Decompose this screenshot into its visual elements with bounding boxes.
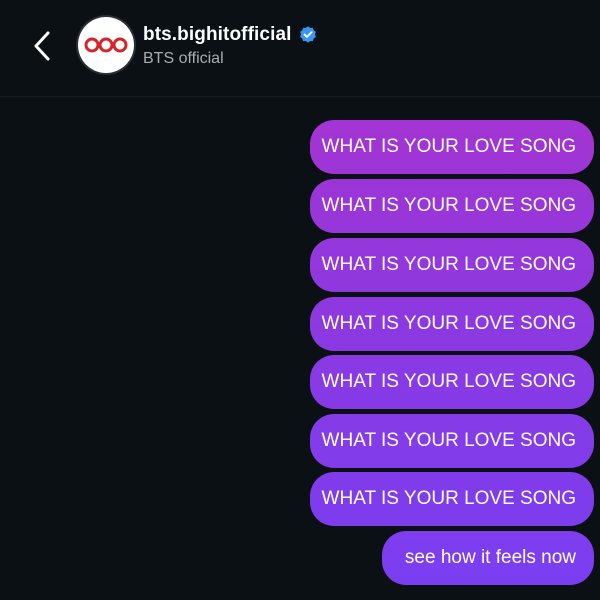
message-bubble[interactable]: WHAT IS YOUR LOVE SONG — [310, 472, 594, 526]
chevron-left-icon — [34, 31, 50, 61]
message-bubble[interactable]: WHAT IS YOUR LOVE SONG — [310, 414, 594, 468]
verified-badge-icon — [299, 26, 316, 43]
message-bubble[interactable]: WHAT IS YOUR LOVE SONG — [310, 355, 594, 409]
message-bubble[interactable]: WHAT IS YOUR LOVE SONG — [310, 238, 594, 292]
message-text: WHAT IS YOUR LOVE SONG — [321, 313, 576, 334]
message-bubble[interactable]: see how it feels now — [382, 531, 594, 585]
message-bubble[interactable]: WHAT IS YOUR LOVE SONG — [310, 179, 594, 233]
message-text: see how it feels now — [404, 547, 576, 568]
username-row[interactable]: bts.bighitofficial — [143, 22, 318, 48]
message-bubble[interactable]: WHAT IS YOUR LOVE SONG — [310, 120, 594, 174]
message-bubble[interactable]: WHAT IS YOUR LOVE SONG — [310, 297, 594, 351]
message-text: WHAT IS YOUR LOVE SONG — [321, 488, 576, 509]
display-name: BTS official — [143, 50, 224, 67]
message-text: WHAT IS YOUR LOVE SONG — [321, 136, 576, 157]
chat-screen: bts.bighitofficial BTS official WHAT IS … — [0, 0, 600, 600]
username[interactable]: bts.bighitofficial — [143, 24, 292, 46]
message-text: WHAT IS YOUR LOVE SONG — [321, 430, 576, 451]
avatar[interactable] — [78, 17, 134, 73]
message-text: WHAT IS YOUR LOVE SONG — [321, 195, 576, 216]
bighit-logo — [84, 37, 128, 53]
back-button[interactable] — [26, 24, 62, 68]
chat-header: bts.bighitofficial BTS official — [0, 0, 600, 97]
message-text: WHAT IS YOUR LOVE SONG — [321, 371, 576, 392]
message-text: WHAT IS YOUR LOVE SONG — [321, 254, 576, 275]
